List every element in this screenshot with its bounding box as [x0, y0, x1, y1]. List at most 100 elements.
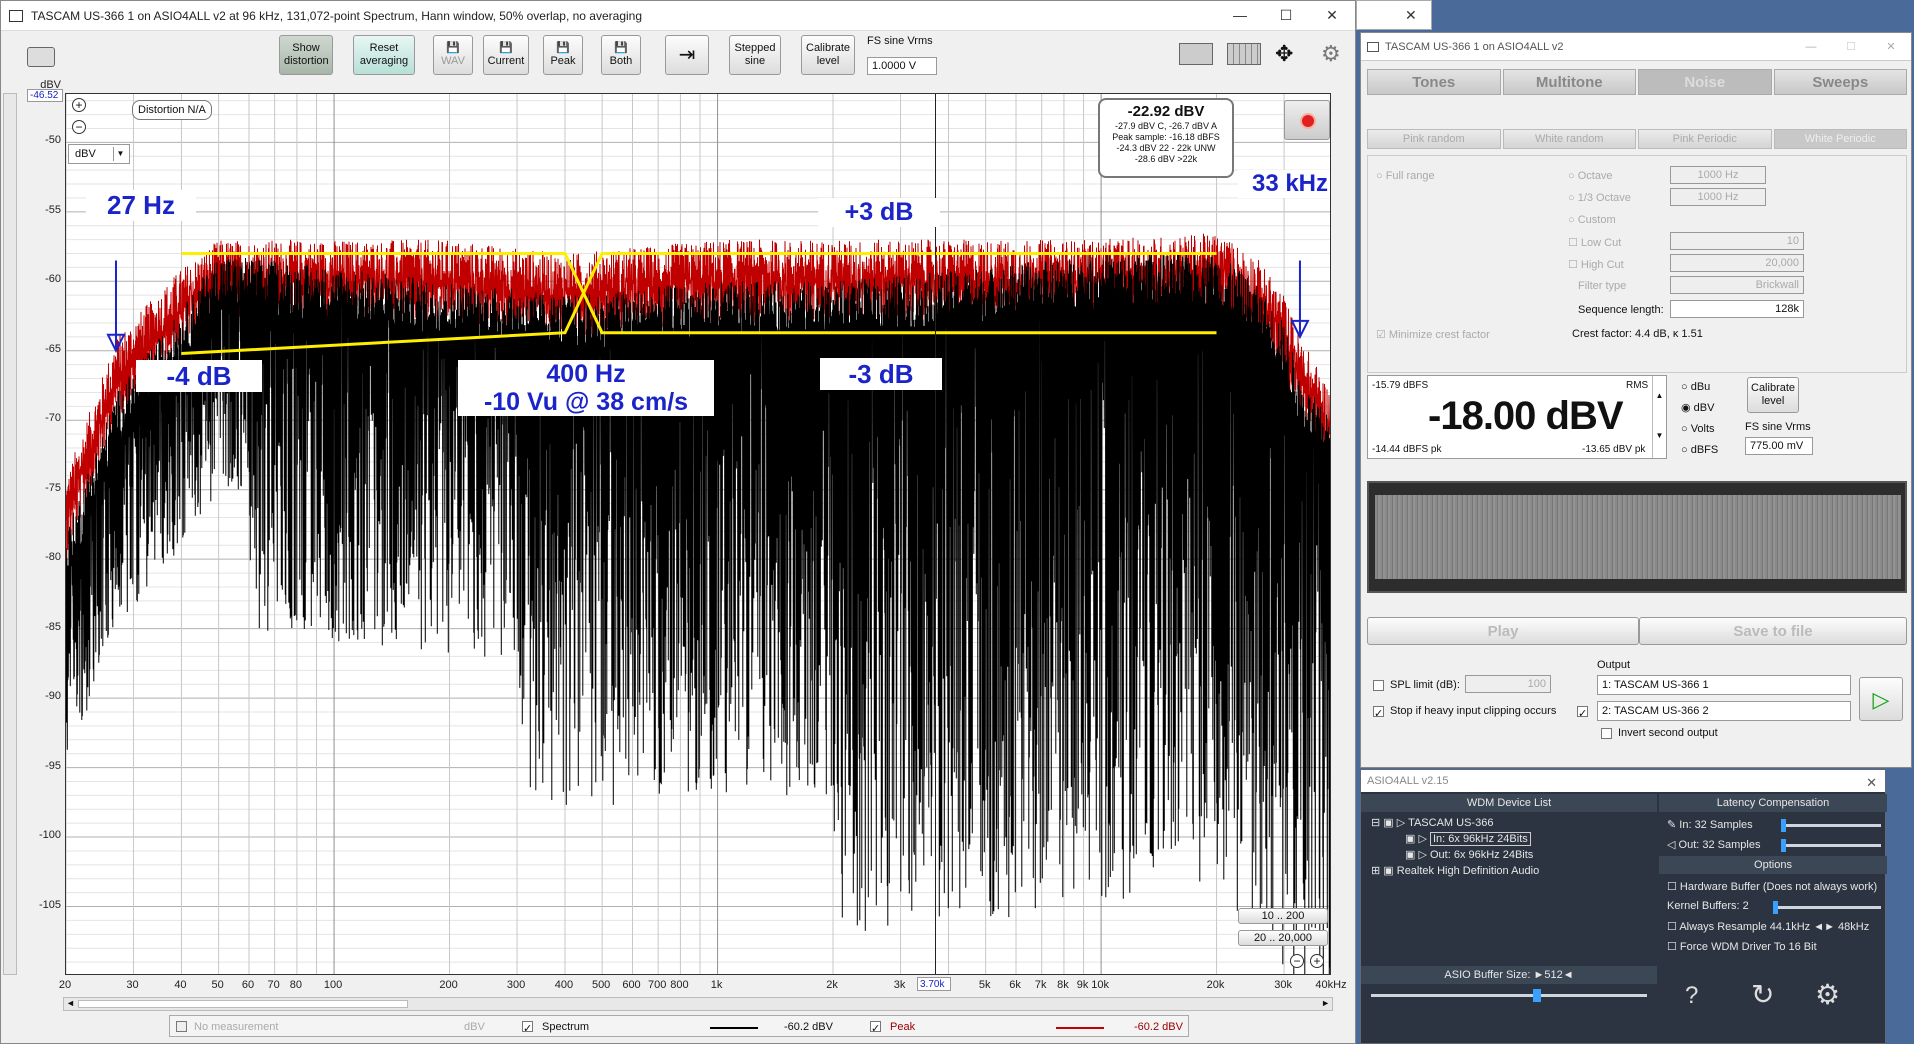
- minimize-crest-checkbox[interactable]: ☑ Minimize crest factor: [1376, 328, 1490, 341]
- kernel-buffers-slider[interactable]: [1773, 901, 1881, 914]
- x-tick-label: 300: [506, 979, 526, 991]
- device-tascam[interactable]: ⊟ ▣ ▷ TASCAM US-366: [1371, 816, 1493, 829]
- device-realtek[interactable]: ⊞ ▣ Realtek High Definition Audio: [1371, 864, 1539, 877]
- layout-icon[interactable]: [1179, 43, 1213, 65]
- tab-sweeps[interactable]: Sweeps: [1773, 69, 1907, 95]
- level-spinner[interactable]: ▲ ▼: [1652, 376, 1666, 458]
- subtab-white-periodic[interactable]: White Periodic: [1773, 129, 1907, 149]
- distortion-label[interactable]: Distortion N/A: [132, 100, 212, 120]
- both-button[interactable]: 💾 Both: [601, 35, 641, 75]
- help-icon[interactable]: ?: [1685, 982, 1698, 1010]
- y-top-readout[interactable]: -46.52: [27, 89, 63, 102]
- third-octave-radio[interactable]: ○ 1/3 Octave: [1568, 192, 1631, 204]
- camera-icon[interactable]: [27, 47, 55, 67]
- device-in-channel[interactable]: ▣ ▷ In: 6x 96kHz 24Bits: [1405, 832, 1531, 846]
- reset-icon[interactable]: ↻: [1751, 978, 1774, 1011]
- close-icon[interactable]: ✕: [1866, 772, 1877, 794]
- spectrum-plot[interactable]: + − dBV ▼ Distortion N/A -22.92 dBV -27.9…: [65, 93, 1331, 975]
- force-wdm-checkbox[interactable]: ☐ Force WDM Driver To 16 Bit: [1667, 940, 1817, 953]
- y-scrollbar[interactable]: [3, 93, 17, 975]
- import-icon[interactable]: ⇥: [665, 35, 709, 75]
- move-icon[interactable]: ✥: [1275, 41, 1293, 67]
- play-button[interactable]: Play: [1367, 617, 1639, 645]
- wdm-header: WDM Device List: [1361, 794, 1657, 812]
- collapse-icon[interactable]: ⊟: [1371, 817, 1380, 829]
- subtab-pink-random[interactable]: Pink random: [1367, 129, 1501, 149]
- buffer-size-slider[interactable]: [1371, 989, 1647, 1002]
- third-octave-freq-field[interactable]: 1000 Hz: [1670, 188, 1766, 206]
- spectrum-checkbox[interactable]: ✓: [522, 1020, 539, 1035]
- output1-select[interactable]: 1: TASCAM US-366 1: [1597, 675, 1851, 695]
- stepped-sine-button[interactable]: Stepped sine: [729, 35, 781, 75]
- subtab-white-random[interactable]: White random: [1502, 129, 1636, 149]
- peak-button[interactable]: 💾 Peak: [543, 35, 583, 75]
- unit-radio-volts[interactable]: ○ Volts: [1681, 419, 1718, 440]
- play-icon[interactable]: ▷: [1859, 677, 1903, 721]
- close-icon[interactable]: ✕: [1871, 40, 1911, 53]
- record-button[interactable]: [1284, 100, 1330, 140]
- output2-checkbox[interactable]: ✓: [1577, 705, 1594, 720]
- stop-clipping-checkbox[interactable]: ✓ Stop if heavy input clipping occurs: [1373, 705, 1556, 720]
- tab-noise[interactable]: Noise: [1638, 69, 1772, 95]
- gear-icon[interactable]: ⚙: [1321, 41, 1341, 67]
- spl-limit-field[interactable]: 100: [1465, 675, 1551, 693]
- full-range-radio[interactable]: ○ Full range: [1376, 170, 1435, 182]
- output2-select[interactable]: 2: TASCAM US-366 2: [1597, 701, 1851, 721]
- save-to-file-button[interactable]: Save to file: [1639, 617, 1907, 645]
- octave-freq-field[interactable]: 1000 Hz: [1670, 166, 1766, 184]
- hw-buffer-checkbox[interactable]: ☐ Hardware Buffer (Does not always work): [1667, 880, 1877, 893]
- no-measurement-checkbox[interactable]: [176, 1020, 193, 1032]
- subtab-pink-periodic[interactable]: Pink Periodic: [1638, 129, 1772, 149]
- show-distortion-button[interactable]: Show distortion: [279, 35, 333, 75]
- settings-gear-icon[interactable]: ⚙: [1815, 978, 1840, 1011]
- peak-checkbox[interactable]: ✓: [870, 1020, 887, 1035]
- unit-radio-dbfs[interactable]: ○ dBFS: [1681, 440, 1718, 461]
- high-cut-checkbox[interactable]: ☐ High Cut: [1568, 258, 1624, 271]
- minimize-icon[interactable]: —: [1217, 7, 1263, 24]
- minimize-icon[interactable]: —: [1791, 41, 1831, 53]
- tab-multitone[interactable]: Multitone: [1502, 69, 1636, 95]
- wav-button[interactable]: 💾 WAV: [433, 35, 473, 75]
- fs-sine-field[interactable]: 1.0000 V: [867, 57, 937, 75]
- annotation-33khz: 33 kHz: [1238, 170, 1330, 198]
- latency-in-slider[interactable]: [1781, 819, 1881, 832]
- unit-radio-dbu[interactable]: ○ dBu: [1681, 377, 1718, 398]
- low-cut-field[interactable]: 10: [1670, 232, 1804, 250]
- range-20-20000-button[interactable]: 20 .. 20,000: [1238, 930, 1328, 946]
- high-cut-field[interactable]: 20,000: [1670, 254, 1804, 272]
- filter-type-select[interactable]: Brickwall: [1670, 276, 1804, 294]
- latency-out-slider[interactable]: [1781, 839, 1881, 852]
- close-icon[interactable]: ✕: [1405, 7, 1417, 24]
- low-cut-checkbox[interactable]: ☐ Low Cut: [1568, 236, 1621, 249]
- device-out-channel[interactable]: ▣ ▷ Out: 6x 96kHz 24Bits: [1405, 848, 1533, 861]
- resample-checkbox[interactable]: ☐ Always Resample 44.1kHz ◄► 48kHz: [1667, 920, 1869, 933]
- maximize-icon[interactable]: ☐: [1263, 7, 1309, 24]
- calibrate-level-button[interactable]: Calibrate level: [801, 35, 855, 75]
- cursor-readout[interactable]: 3.70k: [917, 977, 951, 991]
- unit-radio-dbv[interactable]: ◉ dBV: [1681, 398, 1718, 419]
- x-scrollbar[interactable]: ◄ ►: [63, 997, 1333, 1011]
- close-icon[interactable]: ✕: [1309, 7, 1355, 24]
- scroll-right-icon[interactable]: ►: [1321, 998, 1330, 1008]
- tab-tones[interactable]: Tones: [1367, 69, 1501, 95]
- current-button[interactable]: 💾 Current: [483, 35, 529, 75]
- zoom-in-x-icon[interactable]: +: [1310, 954, 1324, 968]
- zoom-out-icon[interactable]: −: [72, 120, 86, 134]
- columns-icon[interactable]: [1227, 43, 1261, 65]
- invert-second-checkbox[interactable]: Invert second output: [1601, 727, 1718, 739]
- zoom-out-x-icon[interactable]: −: [1290, 954, 1304, 968]
- fs-sine-field-gen[interactable]: 775.00 mV: [1745, 437, 1813, 455]
- maximize-icon[interactable]: ☐: [1831, 40, 1871, 53]
- octave-radio[interactable]: ○ Octave: [1568, 170, 1613, 182]
- calibrate-level-button-gen[interactable]: Calibrate level: [1747, 377, 1799, 413]
- range-10-200-button[interactable]: 10 .. 200: [1238, 908, 1328, 924]
- reset-averaging-button[interactable]: Reset averaging: [353, 35, 415, 75]
- zoom-in-icon[interactable]: +: [72, 98, 86, 112]
- custom-radio[interactable]: ○ Custom: [1568, 214, 1616, 226]
- scroll-thumb[interactable]: [78, 1000, 408, 1008]
- expand-icon[interactable]: ⊞: [1371, 865, 1380, 877]
- unit-select[interactable]: dBV ▼: [68, 144, 130, 164]
- sequence-length-select[interactable]: 128k: [1670, 300, 1804, 318]
- spl-limit-checkbox[interactable]: SPL limit (dB):: [1373, 679, 1460, 691]
- scroll-left-icon[interactable]: ◄: [66, 998, 75, 1008]
